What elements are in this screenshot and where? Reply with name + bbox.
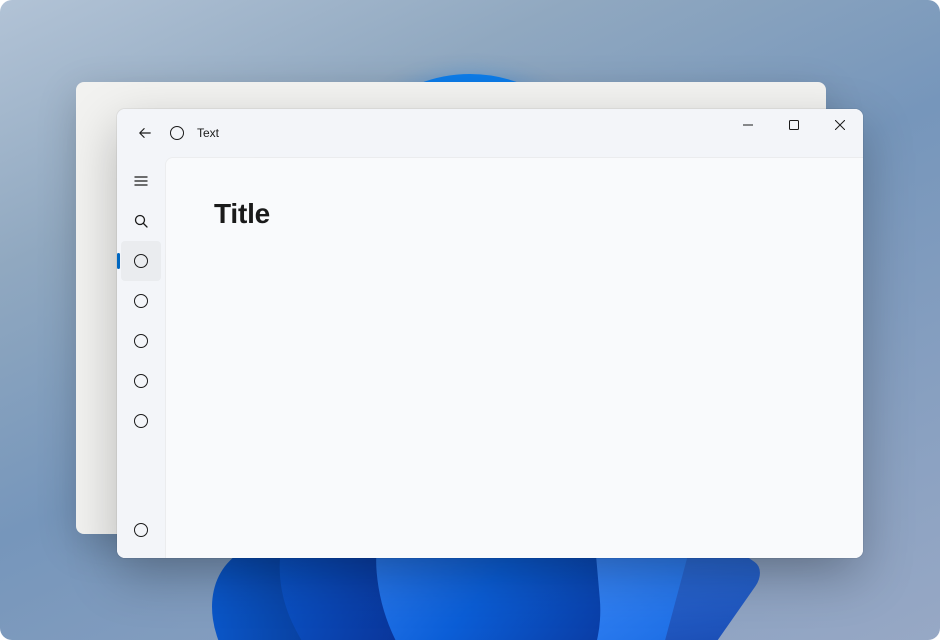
nav-item-5[interactable] (121, 401, 161, 441)
circle-icon (170, 126, 184, 140)
close-button[interactable] (817, 109, 863, 141)
nav-item-1[interactable] (121, 241, 161, 281)
search-icon (133, 213, 149, 229)
page-title: Title (214, 198, 815, 230)
circle-icon (134, 334, 148, 348)
maximize-icon (789, 120, 799, 130)
nav-footer-item[interactable] (121, 510, 161, 550)
nav-item-4[interactable] (121, 361, 161, 401)
app-window: Text (117, 109, 863, 558)
caption-buttons (725, 109, 863, 141)
nav-toggle-button[interactable] (121, 161, 161, 201)
maximize-button[interactable] (771, 109, 817, 141)
circle-icon (134, 374, 148, 388)
minimize-icon (743, 120, 753, 130)
circle-icon (134, 414, 148, 428)
content-area: Title (165, 157, 863, 558)
minimize-button[interactable] (725, 109, 771, 141)
circle-icon (134, 294, 148, 308)
arrow-left-icon (138, 126, 152, 140)
titlebar[interactable]: Text (117, 109, 863, 157)
circle-icon (134, 254, 148, 268)
back-button[interactable] (125, 115, 165, 151)
close-icon (835, 120, 845, 130)
hamburger-icon (133, 173, 149, 189)
app-icon (169, 125, 185, 141)
circle-icon (134, 523, 148, 537)
nav-search-button[interactable] (121, 201, 161, 241)
navigation-pane (117, 157, 165, 558)
nav-item-2[interactable] (121, 281, 161, 321)
nav-item-3[interactable] (121, 321, 161, 361)
window-title: Text (197, 126, 219, 140)
